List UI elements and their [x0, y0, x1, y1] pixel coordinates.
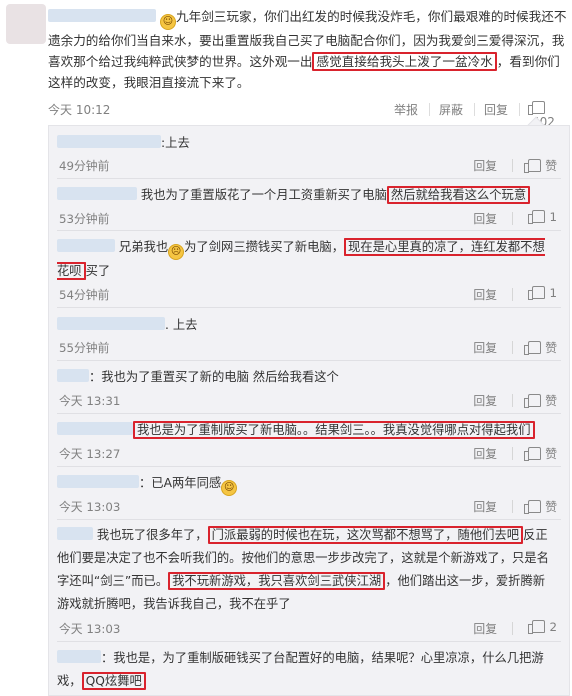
thumbs-up-icon — [528, 620, 546, 634]
reply-text: 我也是为了重制版买了新电脑。。结果剑三。。我真没觉得哪点对得起我们 — [57, 419, 557, 441]
thumbs-up-icon — [524, 447, 542, 461]
username-mask[interactable] — [57, 135, 161, 148]
reply-button[interactable]: 回复 — [473, 286, 497, 303]
reply-text: 我也为了重置版花了一个月工资重新买了电脑 然后就给我看这么个玩意 — [57, 184, 557, 206]
reply-text: :上去 — [57, 132, 557, 154]
reply-text: 我也玩了很多年了， 门派最弱的时候也在玩，这次骂都不想骂了，随他们去吧 反正他们要是… — [57, 526, 549, 611]
username-mask[interactable] — [57, 317, 165, 330]
reply-button[interactable]: 回复 — [473, 210, 497, 227]
thumbs-up-icon — [524, 341, 542, 355]
reply-text: ：已A两年同感 ☺ — [57, 472, 557, 496]
like-button[interactable]: 赞 — [524, 157, 557, 174]
highlight-box: QQ炫舞吧 — [81, 672, 146, 690]
reply-button[interactable]: 回复 — [473, 620, 497, 637]
smile-emoji-icon: ☺ — [221, 480, 238, 496]
commenter-avatar[interactable] — [6, 4, 46, 44]
reply-button[interactable]: 回复 — [473, 157, 497, 174]
block-button[interactable]: 屏蔽 — [439, 101, 463, 118]
username-mask[interactable] — [57, 650, 101, 663]
username-mask[interactable] — [57, 527, 93, 540]
like-button[interactable]: 2 — [528, 620, 557, 634]
reply-text: 兄弟我也 ☹ 为了剑网三攒钱买了新电脑， 现在是心里真的凉了，连红发都不想花呗 买了 — [57, 238, 545, 280]
divider — [474, 103, 475, 116]
thumbs-up-icon — [524, 394, 542, 408]
crying-emoji-icon: ☹ — [168, 244, 185, 260]
report-button[interactable]: 举报 — [394, 101, 418, 118]
reply-button[interactable]: 回复 — [473, 445, 497, 462]
like-button[interactable]: 赞 — [524, 498, 557, 515]
main-comment-meta: 今天 10:12 举报 屏蔽 回复 402 — [48, 101, 568, 129]
reply-button[interactable]: 回复 — [473, 498, 497, 515]
thumbs-up-icon — [528, 210, 546, 224]
divider — [429, 103, 430, 116]
like-button[interactable]: 1 — [528, 286, 557, 300]
reply-text: . 上去 — [57, 314, 557, 336]
highlight-box: 我也是为了重制版买了新电脑。。结果剑三。。我真没觉得哪点对得起我们 — [133, 421, 535, 439]
divider — [519, 103, 520, 116]
replies-panel: :上去 49分钟前 回复 赞 我也为了重置版花了一个月工资重新买了电脑 然后就给我… — [48, 125, 570, 696]
thumbs-up-icon — [528, 286, 546, 300]
username-mask[interactable] — [57, 187, 137, 200]
username-mask[interactable] — [57, 475, 139, 488]
username-mask[interactable] — [57, 422, 133, 435]
reply-button[interactable]: 回复 — [473, 392, 497, 409]
reply-button[interactable]: 回复 — [473, 339, 497, 356]
main-comment-text: ☺ 九年剑三玩家，你们出红发的时候我没炸毛，你们最艰难的时候我还不遗余力的给你们当… — [48, 9, 567, 90]
highlight-box: 感觉直接给我头上泼了一盆冷水 — [312, 52, 497, 71]
comment-time: 今天 10:12 — [48, 103, 111, 117]
like-button[interactable]: 赞 — [524, 445, 557, 462]
thumbs-up-icon — [528, 101, 545, 115]
thumbs-up-icon — [524, 500, 542, 514]
like-button[interactable]: 1 — [528, 210, 557, 224]
username-mask[interactable] — [57, 369, 89, 382]
like-button[interactable]: 赞 — [524, 392, 557, 409]
thumbs-up-icon — [524, 159, 542, 173]
highlight-box: 我不玩新游戏，我只喜欢剑三武侠江湖 — [168, 572, 386, 590]
smile-emoji-icon: ☺ — [160, 14, 177, 30]
like-button[interactable]: 赞 — [524, 339, 557, 356]
reply-text: ：我也为了重置买了新的电脑 然后给我看这个 — [57, 366, 557, 388]
reply-text: ：我也是，为了重制版砸钱买了台配置好的电脑，结果呢？心里凉凉，什么几把游戏， QQ… — [57, 650, 544, 690]
username-mask[interactable] — [57, 239, 115, 252]
reply-button[interactable]: 回复 — [484, 101, 508, 118]
highlight-box: 门派最弱的时候也在玩，这次骂都不想骂了，随他们去吧 — [207, 526, 524, 544]
username-mask[interactable] — [48, 9, 156, 22]
highlight-box: 然后就给我看这么个玩意 — [386, 186, 531, 204]
